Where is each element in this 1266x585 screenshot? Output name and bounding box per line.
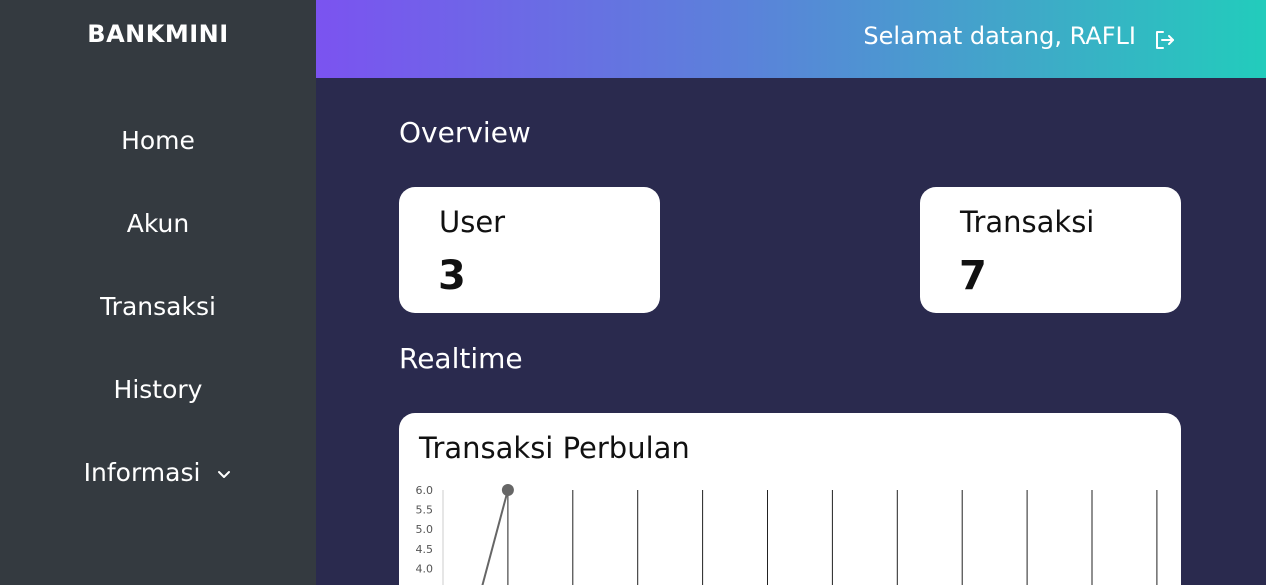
stat-value: 7 (959, 253, 987, 299)
sidebar-item-akun[interactable]: Akun (0, 209, 316, 238)
app-root: BANKMINI Home Akun Transaksi History Inf… (0, 0, 1266, 585)
sidebar-item-informasi[interactable]: Informasi (0, 458, 316, 489)
y-tick-label: 5.5 (416, 504, 434, 517)
stat-value: 3 (438, 253, 466, 299)
realtime-title: Realtime (399, 342, 523, 375)
sidebar-item-transaksi[interactable]: Transaksi (0, 292, 316, 321)
user-stat-card: User 3 (399, 187, 660, 313)
y-tick-label: 6.0 (416, 484, 434, 497)
sidebar-item-label: Akun (126, 209, 190, 238)
overview-title: Overview (399, 116, 531, 149)
chevron-down-icon (216, 460, 232, 489)
stat-label: Transaksi (960, 205, 1095, 239)
transaksi-stat-card: Transaksi 7 (920, 187, 1181, 313)
sidebar-item-home[interactable]: Home (0, 126, 316, 155)
top-header: Selamat datang, RAFLI (316, 0, 1266, 78)
brand-logo[interactable]: BANKMINI (0, 20, 316, 48)
sidebar-item-label: Home (121, 126, 195, 155)
welcome-text: Selamat datang, RAFLI (863, 22, 1136, 50)
series-line (481, 489, 509, 585)
stat-label: User (439, 205, 506, 239)
sidebar-item-label: Transaksi (100, 292, 216, 321)
sidebar-item-label: History (113, 375, 203, 404)
logout-icon[interactable] (1153, 28, 1177, 52)
y-tick-label: 4.5 (416, 543, 434, 556)
y-tick-label: 4.0 (416, 562, 434, 575)
line-chart: 6.0 5.5 5.0 4.5 4.0 (416, 484, 1158, 585)
sidebar-item-label: Informasi (83, 458, 201, 487)
y-tick-label: 5.0 (416, 523, 434, 536)
chart-card: Transaksi Perbulan 6.0 5.5 5.0 4.5 4.0 (399, 413, 1181, 585)
sidebar: BANKMINI Home Akun Transaksi History Inf… (0, 0, 316, 585)
data-point[interactable] (501, 484, 514, 496)
sidebar-item-history[interactable]: History (0, 375, 316, 404)
